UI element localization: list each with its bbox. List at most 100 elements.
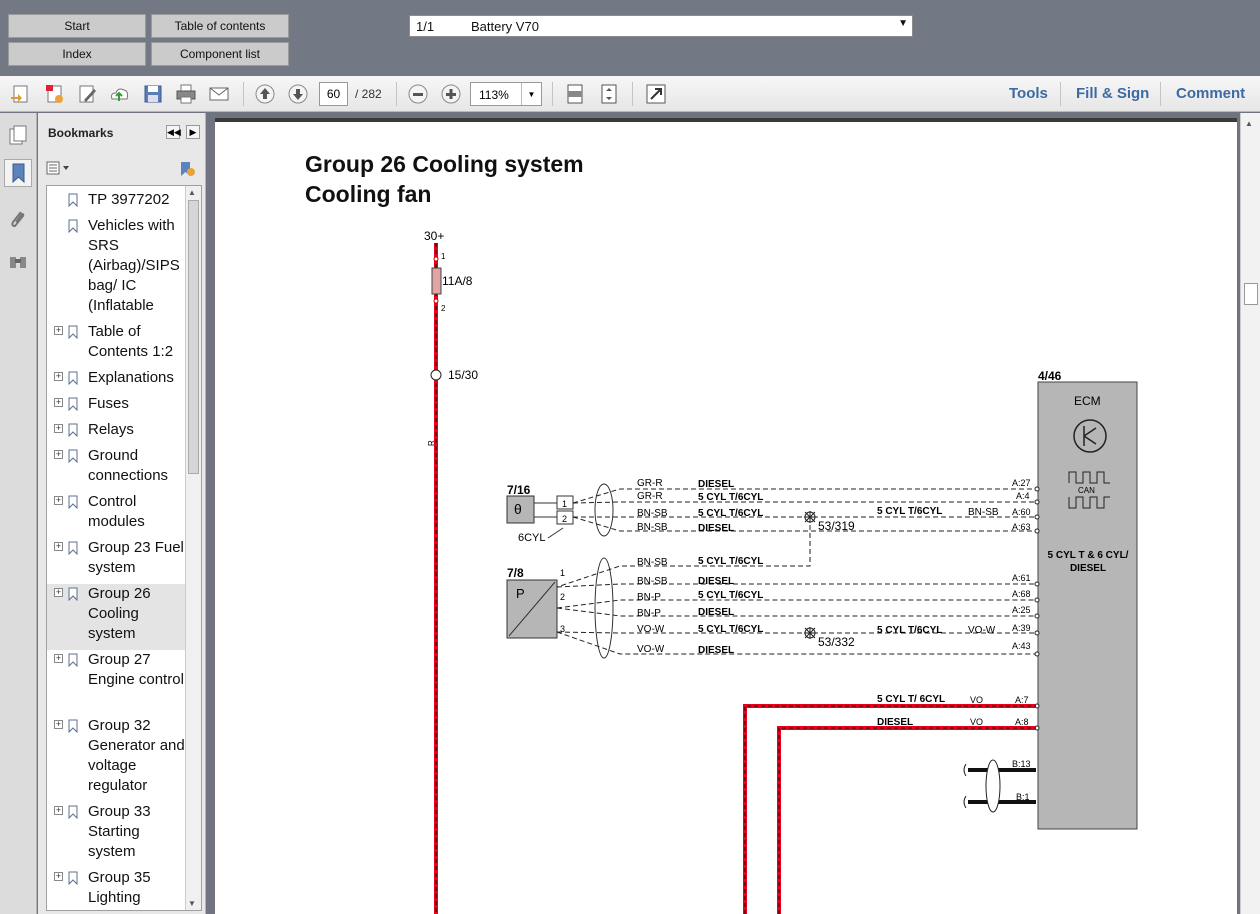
expand-icon[interactable]: + <box>54 588 63 597</box>
bookmark-options-icon[interactable] <box>46 160 74 176</box>
expand-icon[interactable]: + <box>54 496 63 505</box>
scroll-up-icon[interactable]: ▲ <box>188 188 196 197</box>
bookmark-item[interactable]: TP 3977202 <box>47 190 185 216</box>
scroll-up-icon[interactable]: ▲ <box>1245 119 1253 128</box>
expand-icon[interactable]: + <box>54 450 63 459</box>
bookmark-icon <box>68 397 78 412</box>
expand-panel-icon[interactable]: ▶ <box>186 125 200 139</box>
bookmark-item[interactable]: + Group 32 Generator and voltage regulato… <box>47 716 185 802</box>
bookmark-item[interactable]: + Fuses <box>47 394 185 420</box>
expand-icon[interactable]: + <box>54 806 63 815</box>
page-thumbnails-icon[interactable] <box>4 121 32 149</box>
wire-color-r: R <box>427 440 436 446</box>
fit-page-icon[interactable] <box>597 82 621 106</box>
expand-icon[interactable]: + <box>54 372 63 381</box>
email-icon[interactable] <box>207 82 231 106</box>
bookmark-icon <box>68 423 78 438</box>
wire-color: VO-W <box>637 624 665 635</box>
ecm-pin: A:25 <box>1012 605 1031 615</box>
bookmark-item[interactable]: Vehicles with SRS (Airbag)/SIPS bag/ IC … <box>47 216 185 322</box>
expand-icon[interactable]: + <box>54 542 63 551</box>
expand-icon[interactable]: + <box>54 654 63 663</box>
bookmark-item[interactable]: + Table of Contents 1:2 <box>47 322 185 368</box>
bookmarks-icon[interactable] <box>4 159 32 187</box>
index-button[interactable]: Index <box>8 42 146 66</box>
ecm-id: 4/46 <box>1038 369 1062 383</box>
ecm-pin: A:61 <box>1012 573 1031 583</box>
connector-twist-symbol <box>594 483 614 537</box>
wire-color: BN-SB <box>637 557 668 568</box>
create-icon[interactable] <box>42 82 66 106</box>
search-binoculars-icon[interactable] <box>4 247 32 275</box>
document-name: Battery V70 <box>471 18 539 34</box>
zoom-select[interactable]: 113% ▼ <box>470 82 542 106</box>
ecm-name: ECM <box>1074 394 1101 408</box>
scroll-down-icon[interactable]: ▼ <box>188 899 196 908</box>
wire-color: GR-R <box>637 491 663 502</box>
expand-icon[interactable]: + <box>54 872 63 881</box>
bookmark-item[interactable]: + Group 33 Starting system <box>47 802 185 868</box>
splice-53-319: 53/319 <box>818 519 855 533</box>
bookmark-item[interactable]: + Group 23 Fuel system <box>47 538 185 584</box>
tools-button[interactable]: Tools <box>1009 85 1048 102</box>
bookmark-item[interactable]: + Control modules <box>47 492 185 538</box>
bookmark-label: Fuses <box>88 395 129 412</box>
theta-symbol: θ <box>514 501 522 517</box>
save-icon[interactable] <box>141 82 165 106</box>
document-select[interactable]: 1/1 Battery V70 ▼ <box>409 15 913 37</box>
component-7-8-label: 7/8 <box>507 566 524 580</box>
table-of-contents-button[interactable]: Table of contents <box>151 14 289 38</box>
previous-page-icon[interactable] <box>253 82 277 106</box>
ecm-pin: A:8 <box>1015 717 1029 727</box>
full-screen-icon[interactable] <box>644 82 668 106</box>
expand-icon[interactable]: + <box>54 326 63 335</box>
bookmark-item[interactable]: + Explanations <box>47 368 185 394</box>
twisted-pair-symbol <box>985 759 1001 813</box>
bookmark-icon <box>68 449 78 464</box>
scrollbar-thumb[interactable] <box>188 200 199 474</box>
bookmark-label: Table of Contents 1:2 <box>88 323 174 360</box>
next-page-icon[interactable] <box>286 82 310 106</box>
start-button[interactable]: Start <box>8 14 146 38</box>
bookmark-item[interactable]: + Ground connections <box>47 446 185 492</box>
upload-cloud-icon[interactable] <box>107 82 131 106</box>
expand-icon[interactable]: + <box>54 424 63 433</box>
create-pdf-icon[interactable] <box>8 82 32 106</box>
ecm-pin: A:60 <box>1012 507 1031 517</box>
expand-icon[interactable]: + <box>54 720 63 729</box>
dropdown-arrow-icon: ▼ <box>898 18 908 29</box>
ecm-pin: A:63 <box>1012 522 1031 532</box>
new-bookmark-icon[interactable] <box>178 160 196 178</box>
bookmark-item[interactable]: + Group 35 Lighting <box>47 868 185 910</box>
toolbar-separator <box>552 82 553 106</box>
zoom-in-icon[interactable] <box>439 82 463 106</box>
edit-icon[interactable] <box>75 82 99 106</box>
bookmark-label: Group 32 Generator and voltage regulator <box>88 717 185 794</box>
fill-sign-button[interactable]: Fill & Sign <box>1076 85 1149 102</box>
component-list-button[interactable]: Component list <box>151 42 289 66</box>
collapse-panel-icon[interactable]: ◀◀ <box>166 125 181 139</box>
expand-icon[interactable]: + <box>54 398 63 407</box>
bookmark-item[interactable]: + Group 27 Engine control <box>47 650 185 716</box>
bookmark-icon <box>68 805 78 820</box>
comment-button[interactable]: Comment <box>1176 85 1245 102</box>
ecm-pin: A:27 <box>1012 478 1031 488</box>
chevron-down-icon[interactable]: ▼ <box>521 83 541 105</box>
bookmark-icon <box>68 653 78 668</box>
wire-color: GR-R <box>637 478 663 489</box>
zoom-out-icon[interactable] <box>406 82 430 106</box>
fuse-pin-1: 1 <box>441 252 446 261</box>
scroll-mode-icon[interactable] <box>563 82 587 106</box>
print-icon[interactable] <box>174 82 198 106</box>
attachments-icon[interactable] <box>4 205 32 233</box>
bookmark-item[interactable]: + Relays <box>47 420 185 446</box>
scrollbar-thumb[interactable] <box>1244 283 1258 305</box>
page-number-input[interactable]: 60 <box>319 82 348 106</box>
component-7-16-pin-1: 1 <box>562 499 567 509</box>
ecm-pin-b1: B:1 <box>1016 792 1030 802</box>
wire-variant: 5 CYL T/6CYL <box>877 506 942 517</box>
bookmark-scrollbar[interactable]: ▲ ▼ <box>185 186 201 910</box>
bookmark-item[interactable]: + Group 26 Cooling system <box>47 584 185 650</box>
document-scrollbar[interactable]: ▲ <box>1240 113 1260 914</box>
fuse-pin-2: 2 <box>441 304 446 313</box>
